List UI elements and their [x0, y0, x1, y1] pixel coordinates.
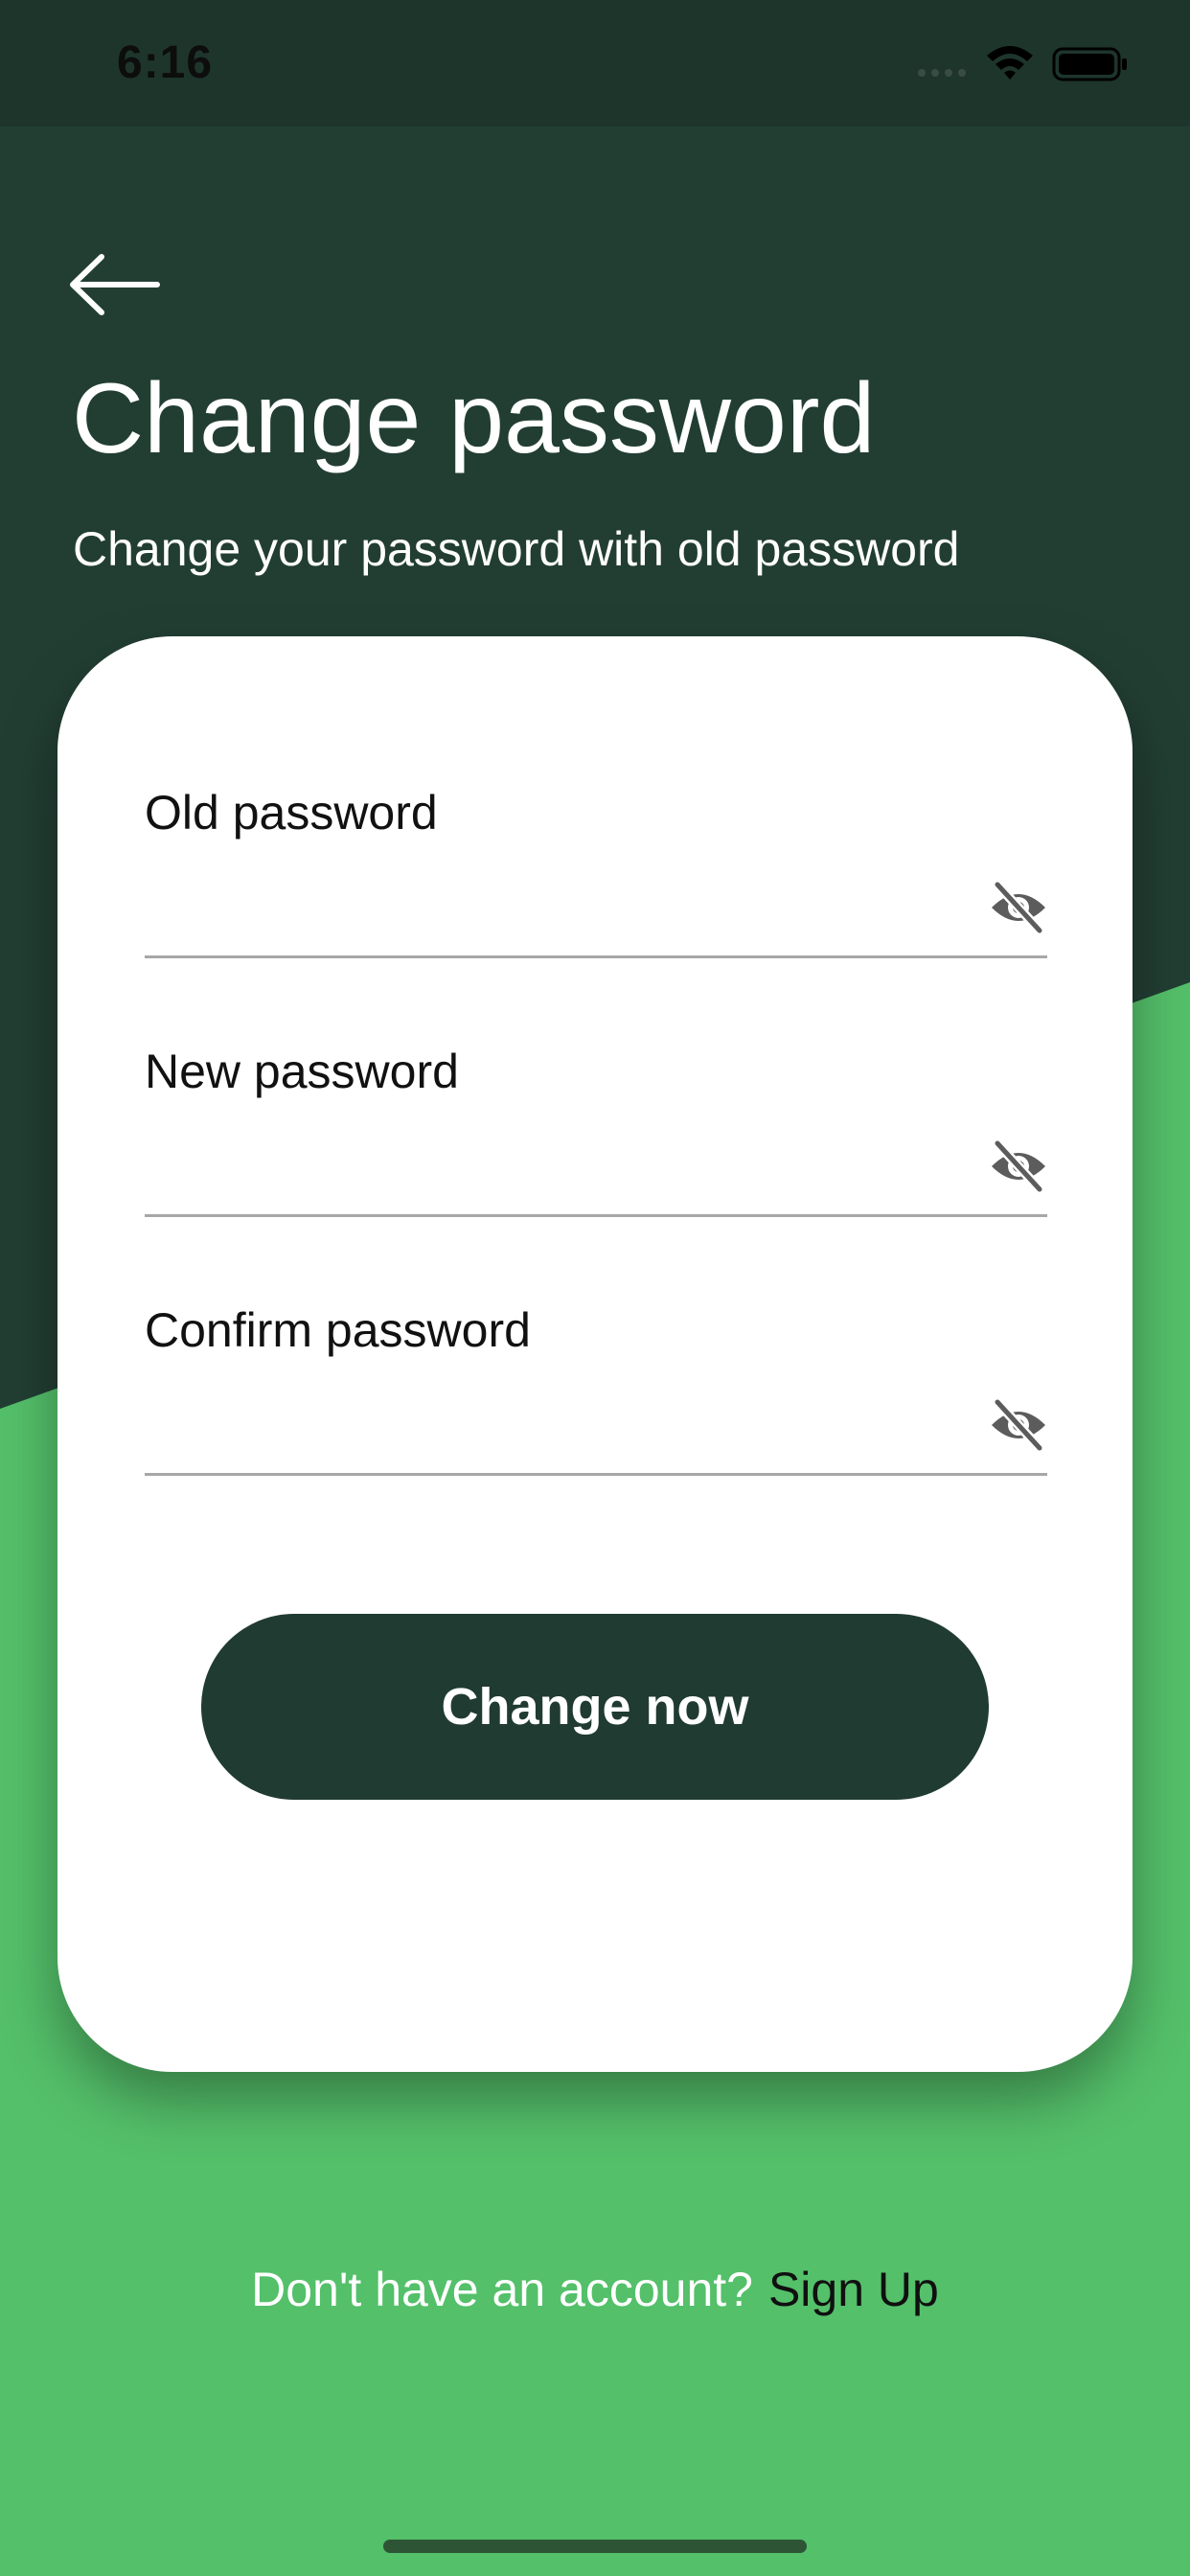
new-password-label: New password: [145, 1045, 459, 1098]
confirm-password-label: Confirm password: [145, 1303, 531, 1357]
status-time: 6:16: [117, 37, 214, 88]
footer-text: Don't have an account?: [251, 2263, 753, 2316]
eye-slash-icon[interactable]: [988, 1398, 1049, 1452]
old-password-input[interactable]: [145, 871, 973, 950]
back-button[interactable]: [67, 251, 163, 318]
footer: Don't have an account? Sign Up: [0, 2262, 1190, 2317]
form-card: Old password New password Confirm passwo…: [57, 636, 1133, 2072]
confirm-password-input[interactable]: [145, 1389, 973, 1467]
home-indicator[interactable]: [383, 2540, 807, 2553]
old-password-underline: [145, 955, 1047, 958]
old-password-field: Old password: [145, 785, 1047, 984]
wifi-icon: [987, 46, 1033, 80]
cellular-signal-icon: [918, 69, 966, 77]
page-subtitle: Change your password with old password: [73, 522, 960, 576]
change-now-button[interactable]: Change now: [201, 1614, 989, 1800]
confirm-password-field: Confirm password: [145, 1302, 1047, 1502]
eye-slash-icon[interactable]: [988, 1139, 1049, 1193]
sign-up-link[interactable]: Sign Up: [768, 2263, 939, 2316]
old-password-label: Old password: [145, 786, 438, 840]
new-password-field: New password: [145, 1044, 1047, 1243]
battery-icon: [1052, 47, 1127, 81]
new-password-input[interactable]: [145, 1130, 973, 1208]
eye-slash-icon[interactable]: [988, 881, 1049, 934]
page-title: Change password: [72, 363, 876, 474]
confirm-password-underline: [145, 1473, 1047, 1476]
status-bar: 6:16: [0, 0, 1190, 126]
new-password-underline: [145, 1214, 1047, 1217]
arrow-left-icon: [70, 254, 160, 315]
